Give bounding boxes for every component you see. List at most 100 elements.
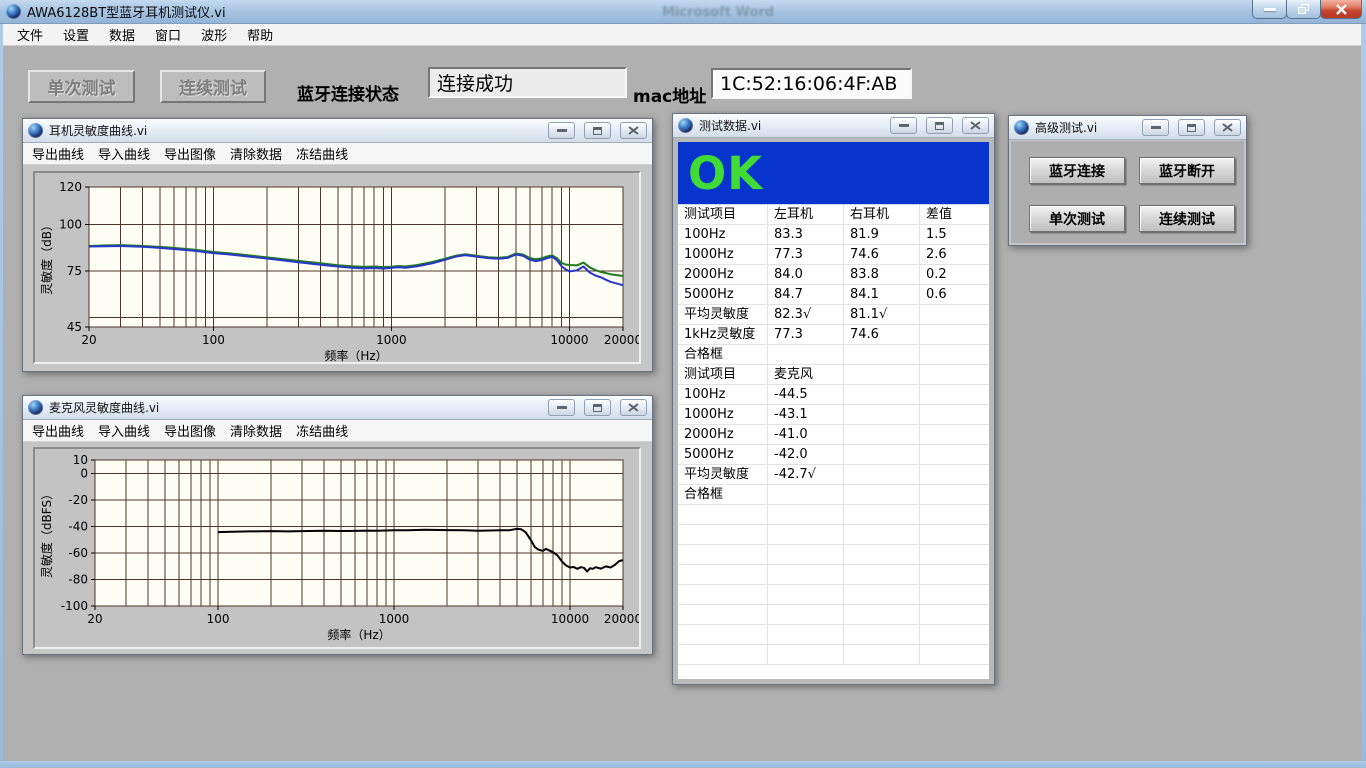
table-cell — [920, 305, 989, 324]
advanced-window-title: 高级测试.vi — [1035, 119, 1133, 136]
table-row: 平均灵敏度-42.7√ — [678, 465, 989, 485]
menu-item[interactable]: 清除数据 — [225, 419, 291, 442]
table-row-empty — [678, 585, 989, 605]
svg-text:-60: -60 — [68, 546, 88, 560]
table-cell: 82.3√ — [768, 305, 844, 324]
table-row-empty — [678, 505, 989, 525]
table-cell — [844, 585, 920, 604]
menu-item[interactable]: 帮助 — [237, 23, 283, 46]
restore-button[interactable] — [1286, 0, 1321, 19]
adv-button-1[interactable]: 蓝牙连接 — [1029, 157, 1125, 184]
menu-item[interactable]: 文件 — [7, 23, 53, 46]
close-icon — [1335, 4, 1348, 15]
table-cell — [920, 385, 989, 404]
table-row: 5000Hz84.784.10.6 — [678, 285, 989, 305]
data-window-titlebar[interactable]: 测试数据.vi — [673, 114, 994, 138]
headphone-window-title: 耳机灵敏度曲线.vi — [49, 122, 539, 139]
table-cell: 1000Hz — [678, 245, 768, 264]
table-cell: 左耳机 — [768, 205, 844, 224]
table-cell — [844, 345, 920, 364]
table-cell — [844, 625, 920, 644]
minimize-button[interactable] — [548, 399, 575, 416]
table-cell — [920, 405, 989, 424]
table-cell — [768, 345, 844, 364]
svg-text:灵敏度（dB）: 灵敏度（dB） — [39, 219, 54, 295]
menu-item[interactable]: 导出图像 — [159, 142, 225, 165]
restore-button[interactable] — [926, 117, 953, 134]
close-button[interactable] — [620, 399, 647, 416]
continuous-test-button[interactable]: 连续测试 — [160, 70, 266, 103]
main-menubar: 文件设置数据窗口波形帮助 — [3, 24, 1363, 46]
table-row: 1kHz灵敏度77.374.6 — [678, 325, 989, 345]
menu-item[interactable]: 导出曲线 — [27, 419, 93, 442]
svg-text:20: 20 — [87, 612, 102, 626]
restore-button[interactable] — [584, 399, 611, 416]
mic-curve-window: 麦克风灵敏度曲线.vi 导出曲线导入曲线导出图像清除数据冻结曲线 20 100 10… — [22, 395, 653, 655]
svg-text:100: 100 — [202, 333, 225, 347]
table-cell: 81.1√ — [844, 305, 920, 324]
table-cell — [844, 385, 920, 404]
bt-status-label: 蓝牙连接状态 — [297, 80, 399, 105]
menu-item[interactable]: 导入曲线 — [93, 142, 159, 165]
minimize-button[interactable] — [890, 117, 917, 134]
svg-text:1000: 1000 — [379, 612, 410, 626]
menu-item[interactable]: 波形 — [191, 23, 237, 46]
table-cell — [844, 365, 920, 384]
menu-item[interactable]: 数据 — [99, 23, 145, 46]
svg-text:75: 75 — [67, 264, 82, 278]
table-cell — [844, 525, 920, 544]
menu-item[interactable]: 冻结曲线 — [291, 142, 357, 165]
table-cell — [844, 425, 920, 444]
minimize-button[interactable] — [1142, 119, 1169, 136]
restore-icon — [1298, 4, 1310, 14]
menu-item[interactable]: 冻结曲线 — [291, 419, 357, 442]
table-row: 100Hz83.381.91.5 — [678, 225, 989, 245]
table-cell — [844, 505, 920, 524]
menu-item[interactable]: 导出曲线 — [27, 142, 93, 165]
advanced-window-titlebar[interactable]: 高级测试.vi — [1009, 116, 1246, 140]
menu-item[interactable]: 设置 — [53, 23, 99, 46]
close-button[interactable] — [1320, 0, 1362, 19]
table-cell — [920, 345, 989, 364]
svg-text:-80: -80 — [68, 572, 88, 586]
table-row: 1000Hz77.374.62.6 — [678, 245, 989, 265]
adv-button-4[interactable]: 连续测试 — [1139, 205, 1235, 232]
table-cell — [844, 645, 920, 664]
svg-text:100: 100 — [207, 612, 230, 626]
mic-window-titlebar[interactable]: 麦克风灵敏度曲线.vi — [23, 396, 652, 420]
bt-status-field[interactable]: 连接成功 — [428, 67, 627, 98]
data-window-client: OK 测试项目左耳机右耳机差值100Hz83.381.91.51000Hz77.… — [675, 139, 992, 682]
table-cell: 1kHz灵敏度 — [678, 325, 768, 344]
table-cell: 2.6 — [920, 245, 989, 264]
menu-item[interactable]: 导出图像 — [159, 419, 225, 442]
svg-text:0: 0 — [80, 466, 88, 480]
menu-item[interactable]: 清除数据 — [225, 142, 291, 165]
headphone-window-menubar: 导出曲线导入曲线导出图像清除数据冻结曲线 — [23, 143, 652, 165]
table-cell — [768, 545, 844, 564]
table-cell — [768, 645, 844, 664]
table-cell: -41.0 — [768, 425, 844, 444]
minimize-button[interactable] — [1252, 0, 1287, 19]
minimize-button[interactable] — [548, 122, 575, 139]
close-button[interactable] — [620, 122, 647, 139]
main-window-title: AWA6128BT型蓝牙耳机测试仪.vi — [27, 2, 226, 21]
close-button[interactable] — [1214, 119, 1241, 136]
headphone-window-titlebar[interactable]: 耳机灵敏度曲线.vi — [23, 119, 652, 143]
restore-button[interactable] — [584, 122, 611, 139]
table-cell: 100Hz — [678, 225, 768, 244]
close-button[interactable] — [962, 117, 989, 134]
data-window-title: 测试数据.vi — [699, 117, 881, 134]
menu-item[interactable]: 导入曲线 — [93, 419, 159, 442]
svg-text:-100: -100 — [61, 599, 88, 613]
table-cell: 100Hz — [678, 385, 768, 404]
menu-item[interactable]: 窗口 — [145, 23, 191, 46]
adv-button-3[interactable]: 单次测试 — [1029, 205, 1125, 232]
adv-button-2[interactable]: 蓝牙断开 — [1139, 157, 1235, 184]
svg-text:45: 45 — [67, 320, 82, 334]
table-cell: 84.0 — [768, 265, 844, 284]
restore-button[interactable] — [1178, 119, 1205, 136]
mac-field[interactable]: 1C:52:16:06:4F:AB — [711, 68, 912, 99]
vi-icon — [28, 400, 43, 415]
single-test-button[interactable]: 单次测试 — [28, 70, 135, 103]
table-row-empty — [678, 605, 989, 625]
